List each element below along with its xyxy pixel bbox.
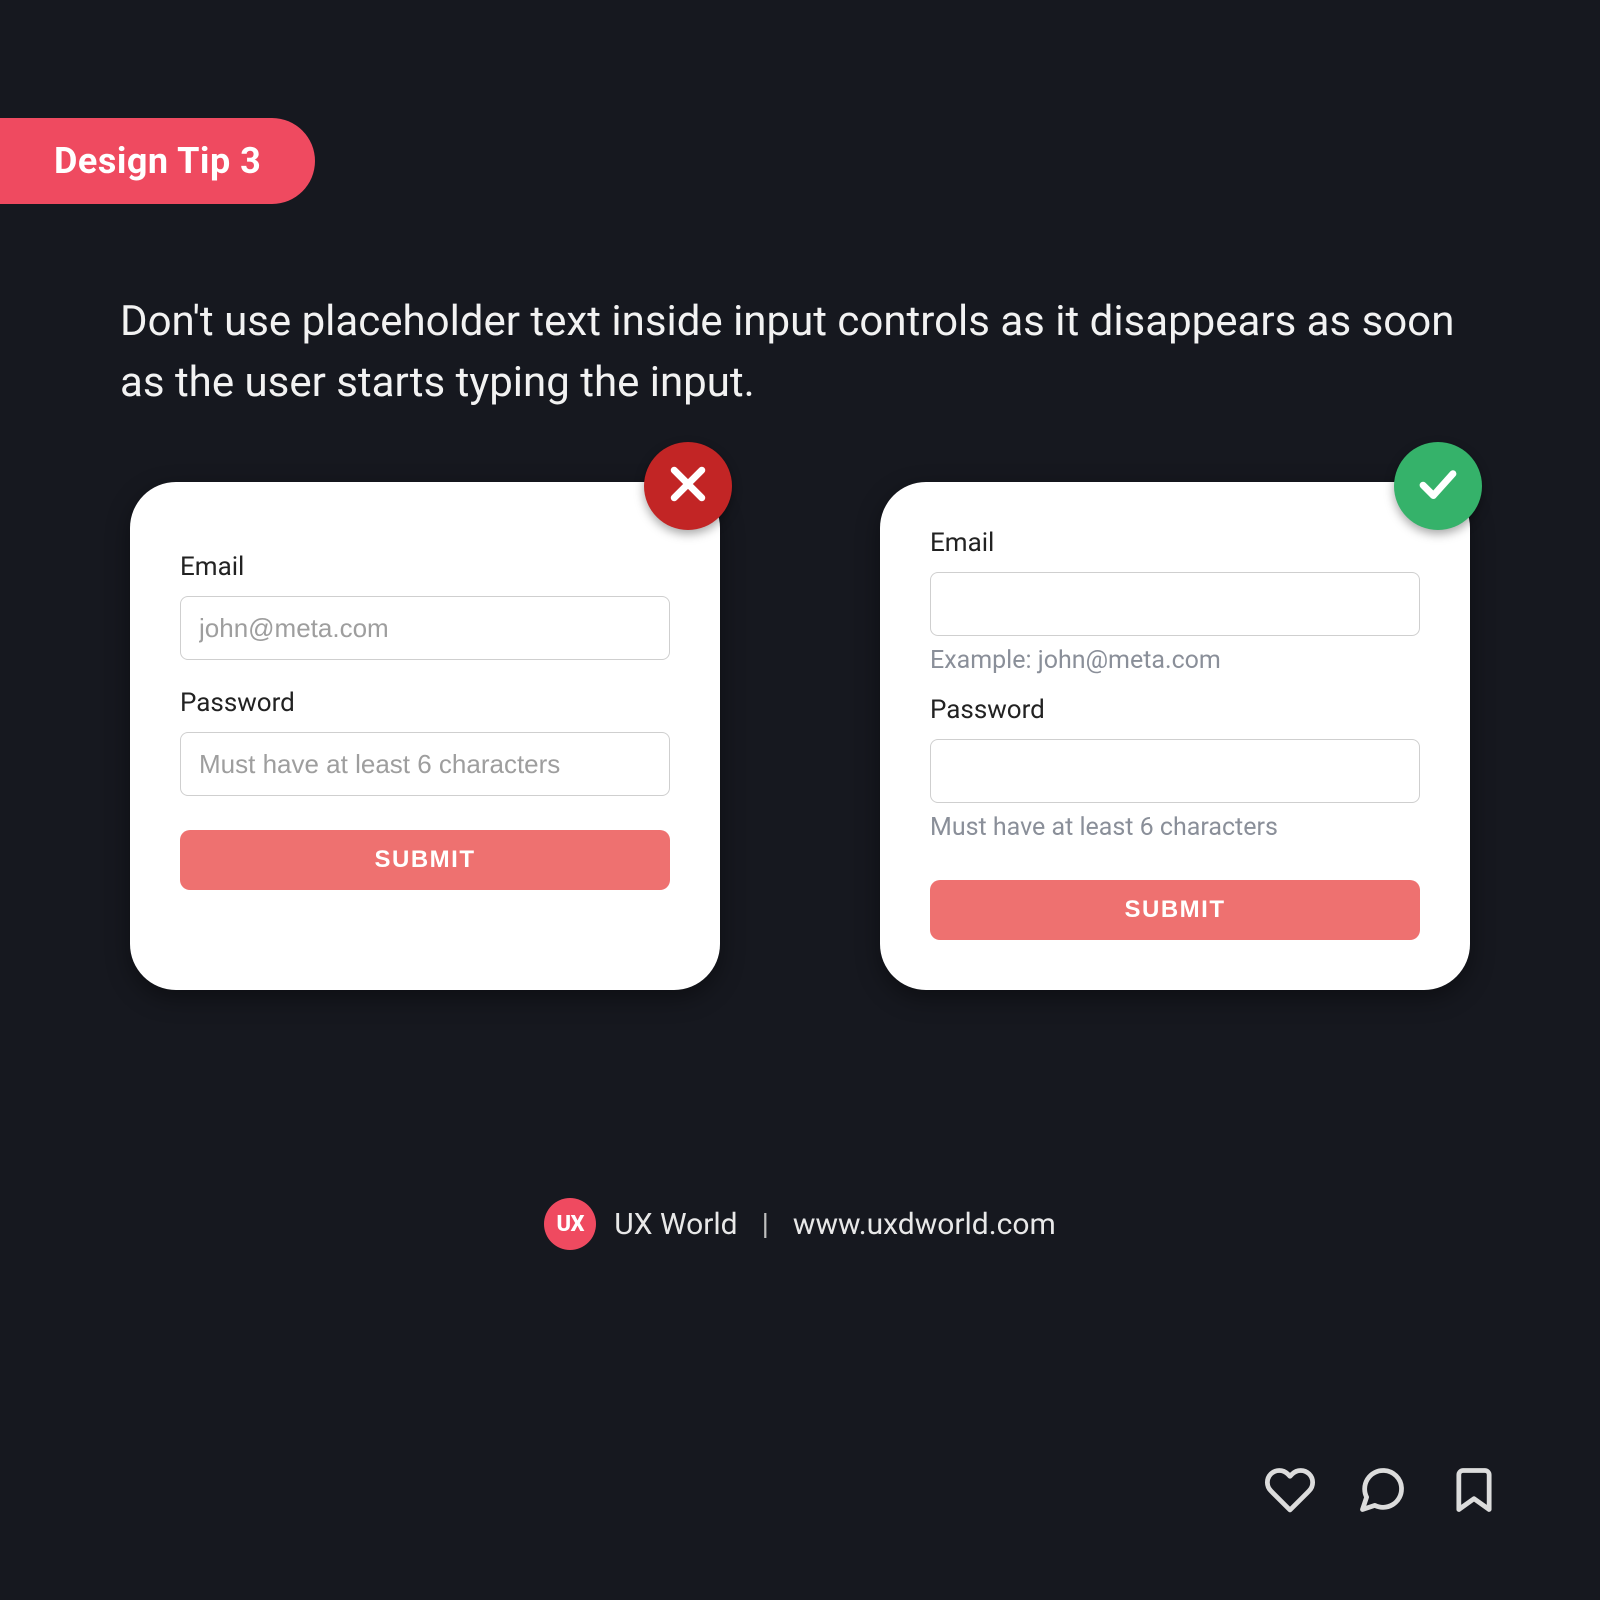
separator: |: [756, 1207, 775, 1242]
check-icon: [1415, 461, 1461, 511]
brand-url: www.uxdworld.com: [793, 1207, 1056, 1242]
logo-text: UX: [556, 1212, 584, 1237]
email-helper-text: Example: john@meta.com: [930, 646, 1420, 675]
password-field-group: Password: [180, 688, 670, 796]
comparison-cards: Email Password SUBMIT Email Example: joh…: [130, 482, 1470, 990]
badge-label: Design Tip 3: [54, 140, 261, 182]
brand-logo: UX: [544, 1198, 596, 1250]
password-helper-text: Must have at least 6 characters: [930, 813, 1420, 842]
email-field-group: Email: [180, 552, 670, 660]
password-label: Password: [930, 695, 1420, 725]
brand-name: UX World: [614, 1207, 737, 1242]
design-tip-badge: Design Tip 3: [0, 118, 315, 204]
submit-button[interactable]: SUBMIT: [930, 880, 1420, 940]
submit-button[interactable]: SUBMIT: [180, 830, 670, 890]
x-icon: [665, 461, 711, 511]
status-badge-bad: [644, 442, 732, 530]
email-label: Email: [930, 528, 1420, 558]
password-input[interactable]: [930, 739, 1420, 803]
tip-description: Don't use placeholder text inside input …: [120, 292, 1480, 414]
password-input[interactable]: [180, 732, 670, 796]
email-label: Email: [180, 552, 670, 582]
email-field-group: Email Example: john@meta.com: [930, 528, 1420, 675]
password-field-group: Password Must have at least 6 characters: [930, 695, 1420, 842]
email-input[interactable]: [180, 596, 670, 660]
email-input[interactable]: [930, 572, 1420, 636]
heart-icon[interactable]: [1264, 1464, 1316, 1520]
footer-attribution: UX UX World | www.uxdworld.com: [0, 1198, 1600, 1250]
social-actions: [1264, 1464, 1500, 1520]
password-label: Password: [180, 688, 670, 718]
example-card-bad: Email Password SUBMIT: [130, 482, 720, 990]
status-badge-good: [1394, 442, 1482, 530]
example-card-good: Email Example: john@meta.com Password Mu…: [880, 482, 1470, 990]
comment-icon[interactable]: [1356, 1464, 1408, 1520]
bookmark-icon[interactable]: [1448, 1464, 1500, 1520]
